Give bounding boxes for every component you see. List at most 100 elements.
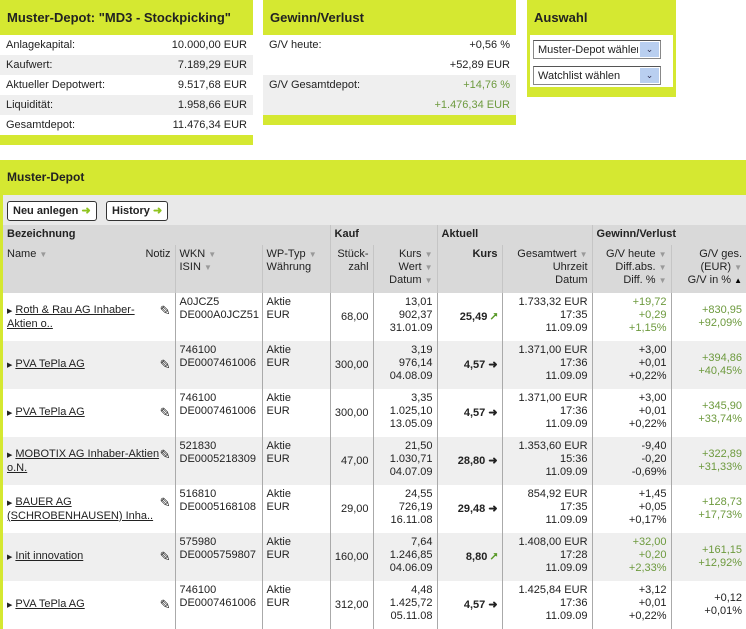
sort-diffabs[interactable]: Diff.abs. ▼: [615, 261, 666, 273]
arrow-right-icon: ➜: [152, 205, 163, 217]
aktuell-kurs: 4,57: [463, 598, 486, 611]
security-link[interactable]: MOBOTIX AG Inhaber-Aktien o.N.: [7, 448, 159, 474]
wkn: 746100: [179, 584, 217, 596]
summary-label: Liquidität:: [6, 99, 54, 111]
table-row: ✎ ▶ PVA TePla AG 746100 DE0007461006 Aktie E…: [3, 389, 746, 437]
gv-total-label: G/V Gesamtdepot:: [269, 79, 361, 91]
gv-heute: +3,00: [638, 344, 667, 356]
wp-typ: Aktie: [266, 584, 291, 596]
trend-up-icon: ⭧: [490, 310, 498, 323]
security-link[interactable]: BAUER AG (SCHROBENHAUSEN) Inha..: [7, 496, 153, 522]
kauf-kurs: 7,64: [411, 536, 433, 548]
sort-isin[interactable]: ISIN ▼: [180, 261, 212, 273]
auswahl-panel: Auswahl Muster-Depot wählen ⌄ Watchlist w…: [527, 0, 676, 97]
gv-heute: +3,00: [638, 392, 667, 404]
depot-select[interactable]: Muster-Depot wählen ⌄: [533, 40, 661, 59]
waehrung-header: Währung: [266, 261, 312, 273]
aktuell-datum: 11.09.09: [545, 466, 588, 478]
sort-gesamtwert[interactable]: Gesamtwert ▼: [517, 248, 587, 260]
gesamtwert: 1.425,84 EUR: [518, 584, 588, 596]
gv-today-label: G/V heute:: [269, 39, 322, 51]
security-link[interactable]: Init innovation: [15, 550, 83, 562]
gv-pct: +92,09%: [698, 317, 743, 329]
sort-kurs[interactable]: Kurs ▼: [399, 248, 433, 260]
isin: DE0005759807: [179, 549, 256, 561]
gv-heute: +1,45: [638, 488, 667, 500]
note-icon[interactable]: ✎: [160, 358, 171, 371]
stueckzahl: 312,00: [329, 581, 374, 629]
new-button[interactable]: Neu anlegen ➜: [7, 201, 97, 221]
expand-triangle-icon[interactable]: ▶: [7, 308, 12, 315]
uhrzeit: 17:36: [560, 405, 588, 417]
uhrzeit: 17:36: [560, 597, 588, 609]
aktuell-datum: 11.09.09: [545, 514, 588, 526]
toolbar: Neu anlegen ➜ History ➜: [3, 195, 746, 225]
arrow-right-icon: ➜: [488, 454, 498, 467]
expand-triangle-icon[interactable]: ▶: [7, 452, 12, 459]
chevron-down-icon: ⌄: [640, 68, 659, 83]
currency: EUR: [266, 405, 290, 417]
sort-gvges[interactable]: (EUR) ▼: [701, 261, 743, 273]
diff-pct: +0,22%: [628, 370, 667, 382]
isin: DE0007461006: [179, 405, 256, 417]
sort-gvheute[interactable]: G/V heute ▼: [606, 248, 667, 260]
diff-abs: -0,20: [641, 453, 667, 465]
security-link[interactable]: PVA TePla AG: [15, 406, 84, 418]
gesamtwert: 1.733,32 EUR: [518, 296, 588, 308]
summary-title: Muster-Depot: "MD3 - Stockpicking": [7, 10, 231, 25]
expand-triangle-icon[interactable]: ▶: [7, 500, 12, 507]
aktuell-kurs: 4,57: [463, 358, 486, 371]
history-button[interactable]: History ➜: [106, 201, 169, 221]
sort-gvpct[interactable]: G/V in % ▲: [688, 274, 742, 286]
arrow-right-icon: ➜: [488, 598, 498, 611]
uhrzeit: 17:35: [560, 501, 588, 513]
sort-diffpct[interactable]: Diff. % ▼: [623, 274, 666, 286]
expand-triangle-icon[interactable]: ▶: [7, 362, 12, 369]
security-link[interactable]: PVA TePla AG: [15, 358, 84, 370]
note-icon[interactable]: ✎: [160, 448, 171, 461]
kauf-datum: 13.05.09: [389, 418, 433, 430]
gv-pct: +40,45%: [698, 365, 743, 377]
wp-typ: Aktie: [266, 488, 291, 500]
gv-heute: +19,72: [632, 296, 667, 308]
aktuell-datum: 11.09.09: [545, 610, 588, 622]
expand-triangle-icon[interactable]: ▶: [7, 410, 12, 417]
sort-name[interactable]: Name ▼: [7, 248, 47, 260]
summary-value: 9.517,68 EUR: [177, 79, 247, 91]
isin: DE000A0JCZ51: [179, 309, 260, 321]
note-icon[interactable]: ✎: [160, 496, 171, 509]
kauf-datum: 04.06.09: [389, 562, 433, 574]
uhrzeit: 17:36: [560, 357, 588, 369]
group-gv: Gewinn/Verlust: [591, 225, 746, 245]
muster-depot-section: Muster-Depot Neu anlegen ➜ History ➜ Bez…: [0, 160, 746, 629]
gv-today-abs: +52,89 EUR: [449, 59, 510, 71]
watchlist-select[interactable]: Watchlist wählen ⌄: [533, 66, 661, 85]
summary-row: Aktueller Depotwert: 9.517,68 EUR: [0, 75, 253, 95]
note-icon[interactable]: ✎: [160, 550, 171, 563]
summary-row: Gesamtdepot: 11.476,34 EUR: [0, 115, 253, 135]
wkn: 516810: [179, 488, 217, 500]
summary-row: Kaufwert: 7.189,29 EUR: [0, 55, 253, 75]
summary-value: 10.000,00 EUR: [171, 39, 247, 51]
depot-summary-panel: Muster-Depot: "MD3 - Stockpicking" Anlag…: [0, 0, 253, 145]
kauf-kurs: 21,50: [405, 440, 433, 452]
sort-wert[interactable]: Wert ▼: [399, 261, 433, 273]
sort-wkn[interactable]: WKN ▼: [180, 248, 217, 260]
expand-triangle-icon[interactable]: ▶: [7, 554, 12, 561]
security-link[interactable]: Roth & Rau AG Inhaber-Aktien o..: [7, 304, 135, 330]
diff-pct: +0,22%: [628, 418, 667, 430]
expand-triangle-icon[interactable]: ▶: [7, 602, 12, 609]
note-icon[interactable]: ✎: [160, 304, 171, 317]
currency: EUR: [266, 309, 290, 321]
note-icon[interactable]: ✎: [160, 406, 171, 419]
stueckzahl: 160,00: [329, 533, 374, 581]
positions-table: Bezeichnung Kauf Aktuell Gewinn/Verlust …: [3, 225, 746, 629]
sort-wptyp[interactable]: WP-Typ ▼: [267, 248, 317, 260]
group-aktuell: Aktuell: [436, 225, 593, 245]
note-icon[interactable]: ✎: [160, 598, 171, 611]
sort-datum[interactable]: Datum ▼: [389, 274, 432, 286]
kauf-kurs: 3,35: [411, 392, 433, 404]
security-link[interactable]: PVA TePla AG: [15, 598, 84, 610]
summary-label: Kaufwert:: [6, 59, 53, 71]
wp-typ: Aktie: [266, 392, 291, 404]
